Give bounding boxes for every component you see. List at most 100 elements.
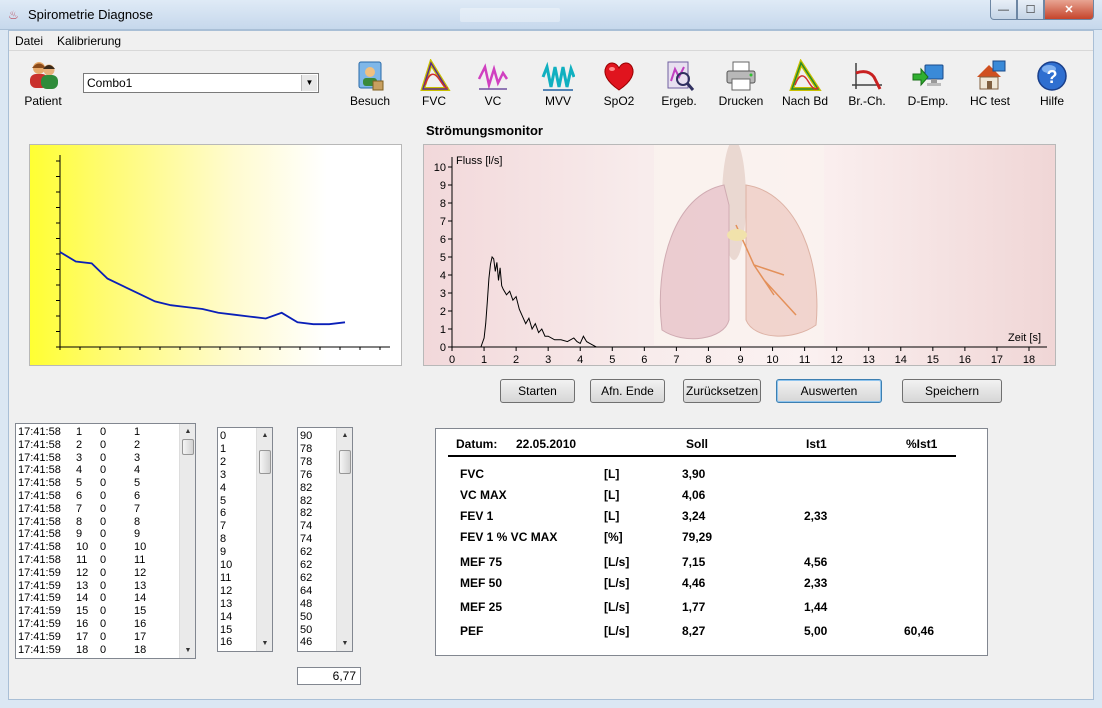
- scroll-thumb[interactable]: [259, 450, 271, 474]
- spo2-list-item[interactable]: 64: [300, 585, 312, 598]
- evaluate-button[interactable]: Auswerten: [776, 379, 882, 403]
- spo2-list-item[interactable]: 50: [300, 624, 312, 637]
- index-list-item[interactable]: 14: [220, 611, 232, 624]
- index-list-item[interactable]: 11: [220, 572, 231, 585]
- index-list-item[interactable]: 10: [220, 559, 232, 572]
- vc-label: VC: [484, 94, 502, 108]
- log-cell: 6: [76, 490, 83, 502]
- ergeb-button[interactable]: Ergeb.: [651, 59, 707, 108]
- spo2-list-item[interactable]: 62: [300, 572, 312, 585]
- chevron-down-icon[interactable]: ▼: [301, 75, 317, 91]
- close-button[interactable]: ✕: [1044, 0, 1094, 20]
- log-cell: 17:41:59: [18, 592, 61, 605]
- hilfe-button[interactable]: ? Hilfe: [1024, 59, 1080, 108]
- title-bar: ♨ Spirometrie Diagnose — ☐ ✕: [0, 0, 1102, 30]
- result-soll: 8,27: [682, 624, 706, 638]
- menu-datei[interactable]: Datei: [15, 34, 43, 48]
- spo2-value-field[interactable]: 6,77: [297, 667, 361, 685]
- spo2-list-item[interactable]: 76: [300, 469, 312, 482]
- index-list-item[interactable]: 5: [220, 495, 226, 508]
- scroll-down-icon[interactable]: ▼: [257, 636, 272, 651]
- flow-x-tick-label: 9: [737, 354, 743, 366]
- start-button[interactable]: Starten: [500, 379, 575, 403]
- spo2-list[interactable]: 90 78 78 76 82 82 82 74 74 62 62 62 64 48 50 50 46 ▲ ▼: [297, 427, 353, 652]
- index-list-item[interactable]: 4: [220, 482, 226, 495]
- scroll-down-icon[interactable]: ▼: [180, 643, 195, 658]
- spo2-list-item[interactable]: 74: [300, 520, 312, 533]
- patient-button[interactable]: Patient: [15, 59, 71, 108]
- index-list-item[interactable]: 2: [220, 456, 226, 469]
- index-list-item[interactable]: 6: [220, 507, 226, 520]
- spo2-button[interactable]: SpO2: [591, 59, 647, 108]
- spo2-list-item[interactable]: 46: [300, 636, 312, 649]
- flow-x-tick-label: 15: [927, 354, 939, 366]
- scroll-thumb[interactable]: [182, 439, 194, 455]
- log-cell: 5: [76, 477, 83, 490]
- flow-y-tick-label: 3: [440, 288, 446, 300]
- spo2-list-item[interactable]: 78: [300, 456, 312, 469]
- log-cell: 0: [100, 579, 107, 592]
- index-list-item[interactable]: 1: [220, 443, 226, 456]
- log-cell: 0: [100, 464, 107, 477]
- scroll-thumb[interactable]: [339, 450, 351, 474]
- spo2-list-item[interactable]: 62: [300, 546, 312, 559]
- index-list-item[interactable]: 12: [220, 585, 232, 598]
- fvc-button[interactable]: FVC: [406, 59, 462, 108]
- result-name: MEF 25: [460, 600, 503, 614]
- result-name: FVC: [460, 467, 484, 481]
- log-cell: 17:41:58: [18, 426, 61, 438]
- index-list[interactable]: 0 1 2 3 4 5 6 7 8 9 10 11 12 13 14 15 16 ▲ ▼: [217, 427, 273, 652]
- spo2-list-item[interactable]: 78: [300, 443, 312, 456]
- spo2-list-item[interactable]: 74: [300, 533, 312, 546]
- log-cell: 17:41:58: [18, 451, 61, 464]
- d-emp-button[interactable]: D-Emp.: [900, 59, 956, 108]
- spo2-list-item[interactable]: 50: [300, 611, 312, 624]
- maximize-button[interactable]: ☐: [1017, 0, 1044, 20]
- vc-button[interactable]: VC: [465, 59, 521, 108]
- afn-ende-button[interactable]: Afn. Ende: [590, 379, 665, 403]
- flow-x-tick-label: 3: [545, 354, 551, 366]
- drucken-button[interactable]: Drucken: [713, 59, 769, 108]
- spo2-list-item[interactable]: 82: [300, 495, 312, 508]
- log-cell: 9: [76, 528, 83, 541]
- scroll-up-icon[interactable]: ▲: [180, 424, 195, 439]
- index-list-item[interactable]: 3: [220, 469, 226, 482]
- patient-combo[interactable]: Combo1 ▼: [83, 73, 319, 93]
- spo2-list-item[interactable]: 82: [300, 482, 312, 495]
- scroll-up-icon[interactable]: ▲: [337, 428, 352, 443]
- spo2-list-item[interactable]: 48: [300, 598, 312, 611]
- index-list-item[interactable]: 8: [220, 533, 226, 546]
- menu-kalibrierung[interactable]: Kalibrierung: [57, 34, 121, 48]
- reset-button[interactable]: Zurücksetzen: [683, 379, 761, 403]
- index-scrollbar[interactable]: ▲ ▼: [256, 428, 272, 651]
- hilfe-label: Hilfe: [1039, 94, 1064, 108]
- spo2-scrollbar[interactable]: ▲ ▼: [336, 428, 352, 651]
- br-ch-button[interactable]: Br.-Ch.: [839, 59, 895, 108]
- index-list-item[interactable]: 16: [220, 636, 232, 649]
- index-list-item[interactable]: 15: [220, 624, 232, 637]
- flow-series-line: [480, 255, 597, 348]
- minimize-button[interactable]: —: [990, 0, 1017, 20]
- index-list-item[interactable]: 7: [220, 520, 226, 533]
- index-list-item[interactable]: 9: [220, 546, 226, 559]
- left-series-line: [59, 251, 346, 326]
- nach-bd-button[interactable]: Nach Bd: [777, 59, 833, 108]
- hc-test-button[interactable]: HC test: [962, 59, 1018, 108]
- besuch-button[interactable]: Besuch: [342, 59, 398, 108]
- results-table: Datum: 22.05.2010 Soll Ist1 %Ist1 FVC [L]…: [435, 428, 988, 656]
- scroll-down-icon[interactable]: ▼: [337, 636, 352, 651]
- mvv-button[interactable]: MVV: [530, 59, 586, 108]
- index-list-item[interactable]: 0: [220, 430, 226, 443]
- index-list-item[interactable]: 13: [220, 598, 232, 611]
- log-scrollbar[interactable]: ▲ ▼: [179, 424, 195, 658]
- spo2-list-item[interactable]: 62: [300, 559, 312, 572]
- flow-y-tick-label: 9: [440, 180, 446, 192]
- scroll-up-icon[interactable]: ▲: [257, 428, 272, 443]
- log-cell: 3: [76, 451, 83, 464]
- measurement-log-list[interactable]: 17:41:58 1 0 1 17:41:58 2 0 2 17:41:58 3 0 3 17:41:5…: [15, 423, 196, 659]
- spo2-list-item[interactable]: 90: [300, 430, 312, 443]
- save-button[interactable]: Speichern: [902, 379, 1002, 403]
- result-soll: 7,15: [682, 555, 706, 569]
- spo2-list-item[interactable]: 82: [300, 507, 312, 520]
- log-cell: 7: [76, 502, 83, 515]
